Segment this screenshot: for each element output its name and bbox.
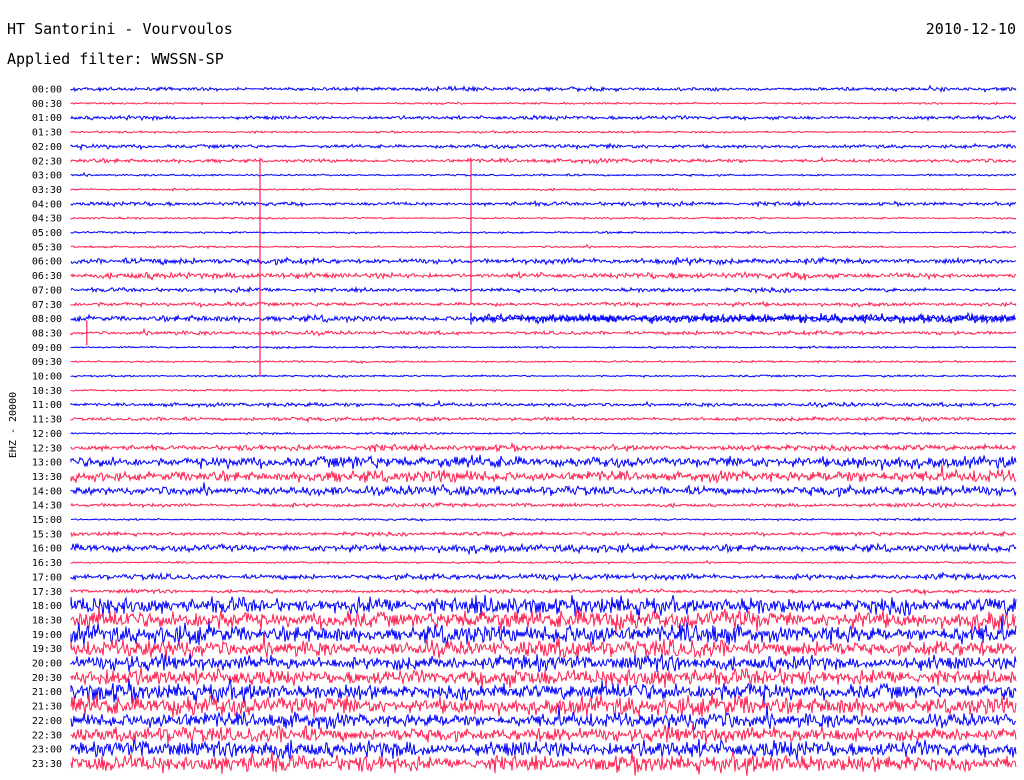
row-label-1930: 19:30 — [32, 644, 62, 655]
row-label-1500: 15:00 — [32, 515, 62, 526]
row-label-0800: 08:00 — [32, 314, 62, 325]
row-label-1530: 15:30 — [32, 529, 62, 540]
trace-0300 — [70, 171, 1017, 178]
trace-0230 — [70, 156, 1017, 165]
trace-2000 — [70, 653, 1017, 673]
row-label-0830: 08:30 — [32, 328, 62, 339]
row-label-0330: 03:30 — [32, 185, 62, 196]
row-label-1130: 11:30 — [32, 415, 62, 426]
row-label-1830: 18:30 — [32, 615, 62, 626]
row-label-1000: 10:00 — [32, 372, 62, 383]
trace-1030 — [70, 388, 1017, 393]
trace-0200 — [70, 142, 1017, 152]
row-label-1330: 13:30 — [32, 472, 62, 483]
row-label-1800: 18:00 — [32, 601, 62, 612]
row-label-2100: 21:00 — [32, 687, 62, 698]
trace-0130 — [70, 130, 1017, 135]
row-label-0200: 02:00 — [32, 142, 62, 153]
trace-0030 — [70, 101, 1017, 106]
seismogram-plot: EHZ - 20000 00:00 00:30 01:00 01:30 02:00 02:3… — [8, 84, 1017, 776]
row-label-1630: 16:30 — [32, 558, 62, 569]
row-label-1200: 12:00 — [32, 429, 62, 440]
row-label-0630: 06:30 — [32, 271, 62, 282]
row-label-0500: 05:00 — [32, 228, 62, 239]
trace-1230 — [70, 441, 1017, 453]
trace-0530 — [70, 243, 1017, 250]
row-label-2030: 20:30 — [32, 673, 62, 684]
trace-1730 — [70, 587, 1017, 597]
trace-0700 — [70, 285, 1017, 295]
row-label-0730: 07:30 — [32, 300, 62, 311]
trace-1630 — [70, 559, 1017, 565]
trace-0400 — [70, 199, 1017, 209]
trace-0630 — [70, 270, 1017, 281]
trace-0330 — [70, 187, 1017, 192]
row-label-0100: 01:00 — [32, 113, 62, 124]
trace-0830 — [70, 327, 1017, 337]
row-label-2200: 22:00 — [32, 716, 62, 727]
row-label-1730: 17:30 — [32, 587, 62, 598]
row-label-1030: 10:30 — [32, 386, 62, 397]
trace-0730 — [70, 300, 1017, 309]
row-label-0300: 03:00 — [32, 171, 62, 182]
row-label-0000: 00:00 — [32, 85, 62, 96]
trace-1130 — [70, 415, 1017, 423]
trace-1500 — [71, 516, 1017, 523]
row-label-2330: 23:30 — [32, 759, 62, 770]
row-label-1430: 14:30 — [32, 501, 62, 512]
trace-2230 — [70, 723, 1017, 745]
trace-1430 — [70, 501, 1017, 510]
trace-2300 — [70, 738, 1017, 761]
row-label-1700: 17:00 — [32, 572, 62, 583]
row-label-2230: 22:30 — [32, 730, 62, 741]
trace-0930 — [70, 359, 1017, 365]
trace-1400 — [70, 482, 1017, 498]
row-label-2130: 21:30 — [32, 702, 62, 713]
row-label-0430: 04:30 — [32, 214, 62, 225]
row-label-1600: 16:00 — [32, 544, 62, 555]
trace-2100 — [70, 678, 1017, 705]
row-label-0900: 09:00 — [32, 343, 62, 354]
row-label-0130: 01:30 — [32, 128, 62, 139]
trace-2030 — [70, 666, 1017, 689]
trace-1200 — [70, 431, 1017, 436]
row-label-2000: 20:00 — [32, 659, 62, 670]
row-label-1900: 19:00 — [32, 630, 62, 641]
trace-1530 — [70, 530, 1017, 538]
trace-0000 — [70, 84, 1017, 93]
row-label-2300: 23:00 — [32, 745, 62, 756]
row-label-0600: 06:00 — [32, 257, 62, 268]
trace-2330 — [70, 750, 1017, 776]
trace-1100 — [70, 400, 1017, 409]
row-label-0930: 09:30 — [32, 357, 62, 368]
trace-0100 — [70, 114, 1017, 122]
row-label-1100: 11:00 — [32, 400, 62, 411]
trace-1000 — [70, 373, 1017, 379]
row-label-1400: 14:00 — [32, 486, 62, 497]
trace-0900 — [70, 345, 1017, 350]
row-label-0230: 02:30 — [32, 156, 62, 167]
trace-1330 — [70, 464, 1017, 485]
y-axis-label: EHZ - 20000 — [8, 392, 19, 458]
row-label-0700: 07:00 — [32, 285, 62, 296]
row-label-1230: 12:30 — [32, 443, 62, 454]
trace-1600 — [70, 542, 1017, 556]
row-label-0030: 00:30 — [32, 99, 62, 110]
trace-0500 — [70, 230, 1017, 235]
row-label-0400: 04:00 — [32, 199, 62, 210]
row-label-1300: 13:00 — [32, 458, 62, 469]
trace-0600 — [70, 255, 1017, 267]
trace-1700 — [70, 571, 1017, 582]
trace-1300 — [70, 454, 1017, 471]
trace-0430 — [70, 216, 1017, 221]
row-label-0530: 05:30 — [32, 242, 62, 253]
